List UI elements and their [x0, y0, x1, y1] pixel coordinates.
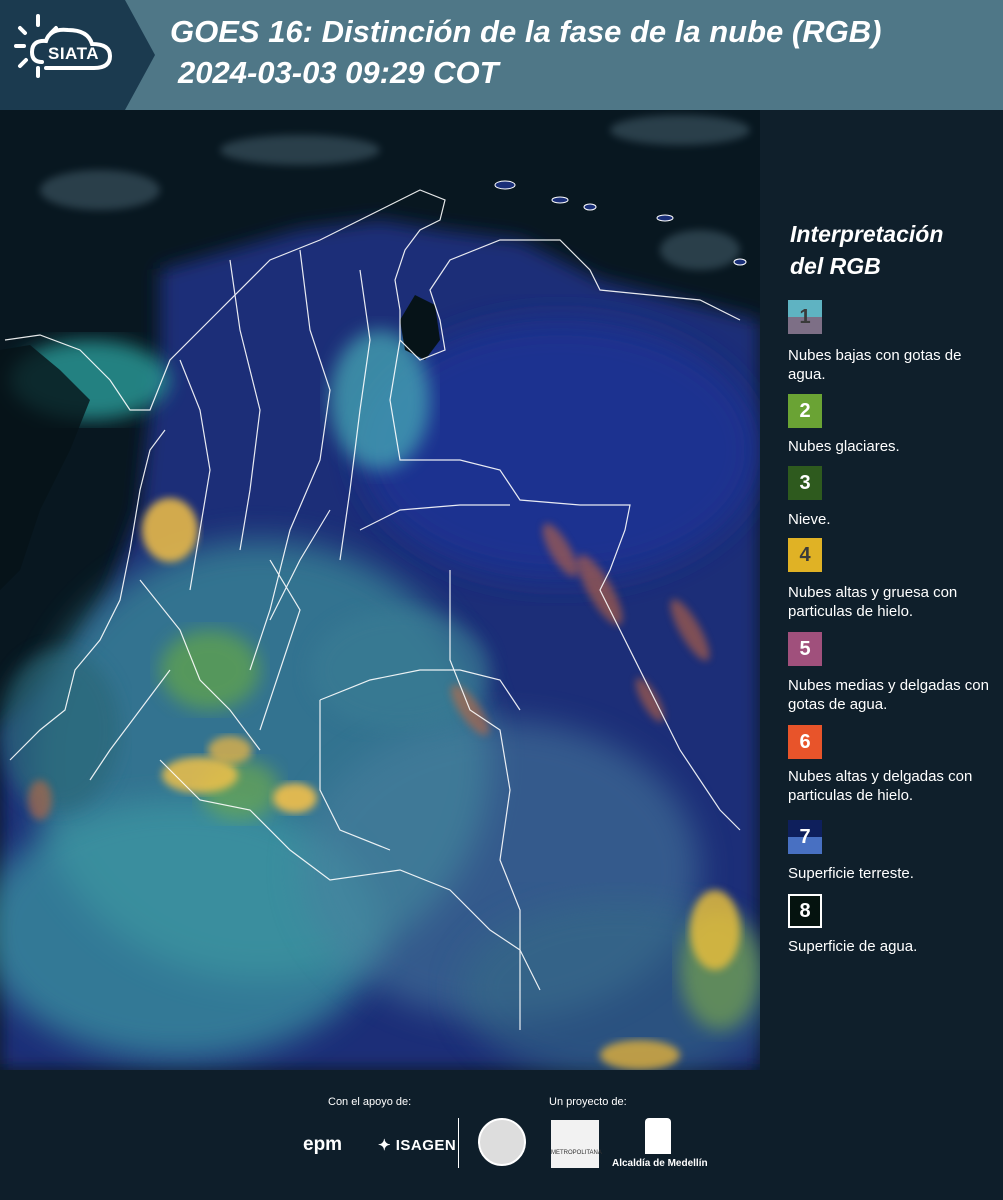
legend-title: Interpretación del RGB [790, 218, 990, 282]
isagen-logo[interactable]: ✦ ISAGEN [378, 1136, 456, 1154]
support-label: Con el apoyo de: [328, 1096, 412, 1108]
legend-panel: Interpretación del RGB 1 Nubes bajas con… [760, 110, 1003, 1070]
header-bar: SIATA GOES 16: Distinción de la fase de … [0, 0, 1003, 110]
legend-label-5: Nubes medias y delgadas con gotas de agu… [788, 677, 989, 713]
rgb-composite-image [0, 110, 760, 1070]
footer: Con el apoyo de: Un proyecto de: epm ✦ I… [0, 1070, 1003, 1200]
page-timestamp: 2024-03-03 09:29 COT [178, 55, 499, 90]
page-title: GOES 16: Distinción de la fase de la nub… [170, 14, 882, 49]
legend-label-8: Superficie de agua. [788, 938, 918, 955]
legend-label-2: Nubes glaciares. [788, 438, 900, 455]
legend-swatch-6: 6 [788, 725, 822, 759]
project-label: Un proyecto de: [549, 1096, 627, 1108]
footer-divider [458, 1118, 459, 1168]
legend-swatch-4: 4 [788, 538, 822, 572]
legend-label-6: Nubes altas y delgadas con particulas de… [788, 768, 973, 804]
legend-label-7: Superficie terreste. [788, 865, 914, 882]
legend-label-4: Nubes altas y gruesa con particulas de h… [788, 584, 958, 620]
isagen-text: ISAGEN [395, 1137, 457, 1154]
area-metropolitana-text: METROPOLITANA [551, 1150, 602, 1156]
legend-swatch-2: 2 [788, 394, 822, 428]
medellin-seal-icon[interactable] [478, 1118, 526, 1166]
logo-text: SIATA [48, 44, 99, 63]
legend-label-1: Nubes bajas con gotas de agua. [788, 347, 962, 383]
alcaldia-logo[interactable]: Alcaldía de Medellín [612, 1158, 708, 1169]
legend-swatch-8: 8 [788, 894, 822, 928]
legend-swatch-5: 5 [788, 632, 822, 666]
isagen-icon: ✦ [378, 1137, 392, 1154]
epm-logo[interactable]: epm [303, 1134, 342, 1156]
legend-swatch-1: 1 [788, 300, 822, 334]
legend-label-3: Nieve. [788, 511, 831, 528]
legend-swatch-3: 3 [788, 466, 822, 500]
area-metropolitana-logo[interactable] [551, 1120, 599, 1168]
legend-title-line1: Interpretación [790, 221, 944, 247]
logo-arrow [125, 0, 155, 110]
siata-logo[interactable]: SIATA [0, 0, 125, 110]
satellite-map[interactable] [0, 110, 760, 1070]
alcaldia-shield-icon [645, 1118, 671, 1154]
legend-title-line2: del RGB [790, 253, 881, 279]
legend-swatch-7: 7 [788, 820, 822, 854]
